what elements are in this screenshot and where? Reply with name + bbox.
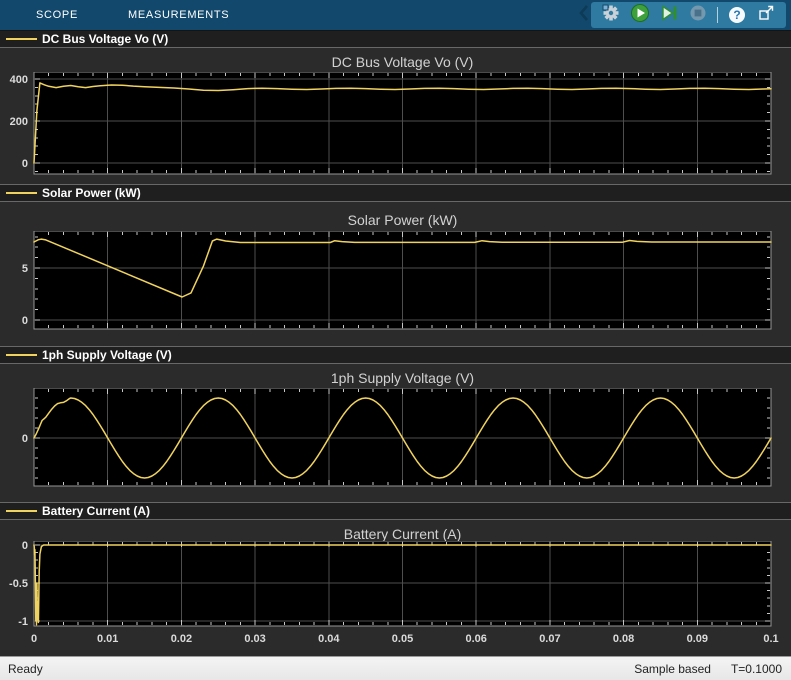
- svg-text:0.04: 0.04: [318, 633, 340, 645]
- legend-item[interactable]: 1ph Supply Voltage (V): [0, 348, 172, 362]
- help-button[interactable]: ?: [727, 5, 747, 25]
- stop-button[interactable]: [688, 5, 708, 25]
- legend-label: Battery Current (A): [42, 504, 150, 518]
- legend-label: 1ph Supply Voltage (V): [42, 348, 172, 362]
- collapse-toolbar-button[interactable]: [578, 4, 590, 27]
- legend-label: DC Bus Voltage Vo (V): [42, 32, 168, 46]
- question-icon: ?: [729, 7, 745, 23]
- svg-text:5: 5: [22, 263, 28, 275]
- tick-labels: 0 200 400: [10, 74, 28, 170]
- step-forward-icon: [660, 4, 678, 27]
- svg-text:0: 0: [22, 158, 28, 170]
- svg-text:0.01: 0.01: [97, 633, 118, 645]
- svg-text:0.1: 0.1: [763, 633, 778, 645]
- legend-line-swatch: [6, 192, 37, 194]
- step-forward-button[interactable]: [659, 5, 679, 25]
- chart-title-solar-power: Solar Power (kW): [34, 212, 771, 228]
- svg-text:0.03: 0.03: [244, 633, 265, 645]
- svg-text:0: 0: [31, 633, 37, 645]
- legend-item[interactable]: DC Bus Voltage Vo (V): [0, 32, 168, 46]
- sim-time-text: T=0.1000: [731, 662, 782, 676]
- undock-icon: [758, 4, 775, 26]
- svg-text:0.09: 0.09: [687, 633, 708, 645]
- simulation-settings-button[interactable]: [601, 5, 621, 25]
- gear-icon: [602, 4, 620, 27]
- legend-label: Solar Power (kW): [42, 186, 141, 200]
- status-text: Ready: [8, 662, 43, 676]
- chevron-left-icon: [578, 4, 590, 27]
- svg-text:0.06: 0.06: [465, 633, 486, 645]
- legend-strip-battery-current: Battery Current (A): [0, 502, 791, 520]
- svg-text:0.05: 0.05: [392, 633, 413, 645]
- run-button[interactable]: [630, 5, 650, 25]
- legend-line-swatch: [6, 510, 37, 512]
- legend-item[interactable]: Battery Current (A): [0, 504, 150, 518]
- legend-line-swatch: [6, 354, 37, 356]
- svg-text:400: 400: [10, 74, 28, 86]
- tick-labels: 05: [22, 263, 28, 327]
- simulation-controls-chip: ?: [591, 2, 786, 28]
- legend-strip-solar-power: Solar Power (kW): [0, 184, 791, 202]
- stop-icon: [689, 4, 707, 27]
- chart-title-supply-voltage: 1ph Supply Voltage (V): [34, 370, 771, 386]
- chart-title-dc-bus-voltage: DC Bus Voltage Vo (V): [34, 54, 771, 70]
- svg-text:0.07: 0.07: [539, 633, 560, 645]
- toolbar-button-cluster: ?: [578, 2, 786, 28]
- legend-line-swatch: [6, 38, 37, 40]
- tick-labels: 0: [22, 433, 28, 445]
- svg-text:0.02: 0.02: [171, 633, 192, 645]
- legend-item[interactable]: Solar Power (kW): [0, 186, 141, 200]
- status-bar: Ready Sample based T=0.1000: [0, 656, 791, 680]
- legend-strip-supply-voltage: 1ph Supply Voltage (V): [0, 346, 791, 364]
- legend-strip-dc-bus-voltage: DC Bus Voltage Vo (V): [0, 30, 791, 48]
- battery-current-plot[interactable]: 0-0.5-100.010.020.030.040.050.060.070.08…: [0, 541, 791, 656]
- svg-text:200: 200: [10, 116, 28, 128]
- tab-measurements[interactable]: MEASUREMENTS: [128, 9, 229, 21]
- scope-toolbar: SCOPE MEASUREMENTS: [0, 0, 791, 31]
- solar-power-plot[interactable]: 05: [0, 231, 791, 331]
- svg-text:0.08: 0.08: [613, 633, 634, 645]
- svg-text:0: 0: [22, 541, 28, 552]
- svg-text:-0.5: -0.5: [9, 578, 28, 590]
- scope-window: SCOPE MEASUREMENTS: [0, 0, 791, 680]
- svg-text:0: 0: [22, 315, 28, 327]
- chart-title-battery-current: Battery Current (A): [34, 526, 771, 542]
- tab-scope[interactable]: SCOPE: [36, 9, 78, 21]
- svg-text:0: 0: [22, 433, 28, 445]
- svg-text:-1: -1: [18, 616, 28, 628]
- dc-bus-voltage-plot[interactable]: 0 200 400: [0, 72, 791, 176]
- play-icon: [630, 3, 650, 28]
- undock-button[interactable]: [756, 5, 776, 25]
- supply-voltage-plot[interactable]: 0: [0, 388, 791, 488]
- toolbar-separator: [717, 7, 718, 23]
- sample-mode-text: Sample based: [634, 662, 711, 676]
